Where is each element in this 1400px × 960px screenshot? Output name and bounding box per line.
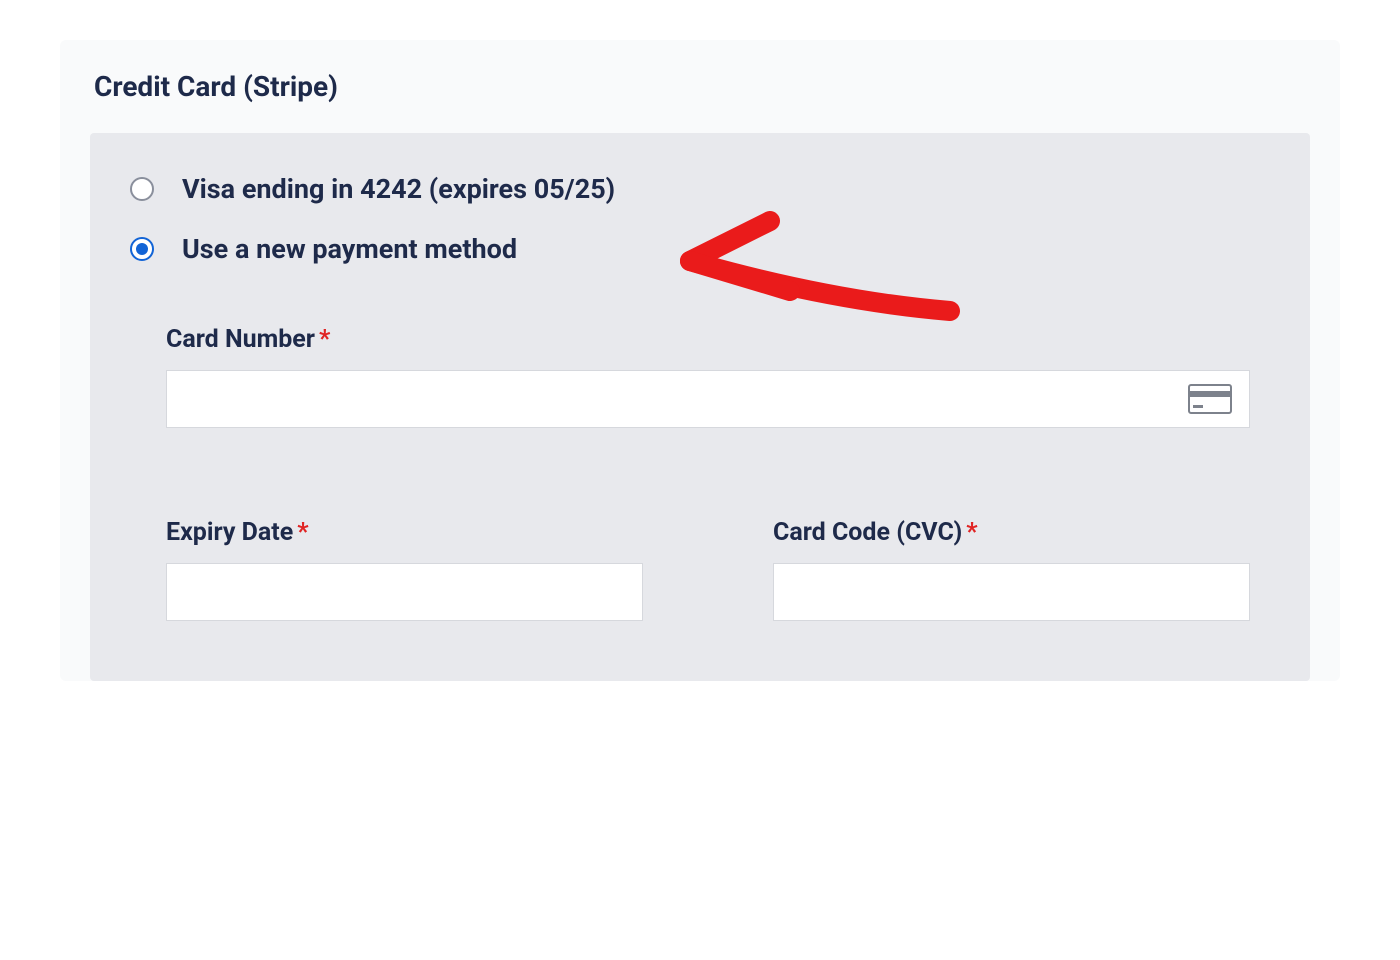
radio-dot [136, 243, 148, 255]
card-number-label: Card Number* [166, 325, 1250, 354]
card-number-input-wrap [166, 370, 1250, 428]
expiry-field: Expiry Date* [166, 518, 643, 621]
expiry-input[interactable] [166, 563, 643, 621]
radio-saved-card[interactable]: Visa ending in 4242 (expires 05/25) [130, 173, 1270, 205]
card-number-input[interactable] [166, 370, 1250, 428]
radio-indicator-unselected [130, 177, 154, 201]
required-asterisk: * [966, 518, 977, 547]
card-number-field: Card Number* [166, 325, 1250, 428]
section-title: Credit Card (Stripe) [90, 70, 1310, 103]
payment-options-panel: Visa ending in 4242 (expires 05/25) Use … [90, 133, 1310, 681]
new-card-form: Card Number* Expiry Date* [130, 325, 1270, 621]
expiry-label: Expiry Date* [166, 518, 643, 547]
required-asterisk: * [319, 325, 330, 354]
payment-section: Credit Card (Stripe) Visa ending in 4242… [60, 40, 1340, 681]
radio-indicator-selected [130, 237, 154, 261]
expiry-cvc-row: Expiry Date* Card Code (CVC)* [166, 518, 1250, 621]
new-method-label: Use a new payment method [182, 233, 517, 265]
cvc-label: Card Code (CVC)* [773, 518, 1250, 547]
required-asterisk: * [297, 518, 308, 547]
saved-card-label: Visa ending in 4242 (expires 05/25) [182, 173, 615, 205]
cvc-input[interactable] [773, 563, 1250, 621]
radio-new-payment-method[interactable]: Use a new payment method [130, 233, 1270, 265]
cvc-field: Card Code (CVC)* [773, 518, 1250, 621]
